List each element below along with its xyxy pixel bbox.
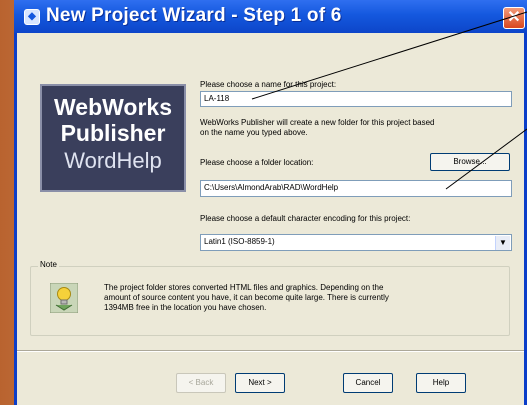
callout-line-project-name — [251, 11, 527, 100]
callout-lines — [251, 11, 527, 190]
callout-line-folder-location — [445, 128, 527, 190]
